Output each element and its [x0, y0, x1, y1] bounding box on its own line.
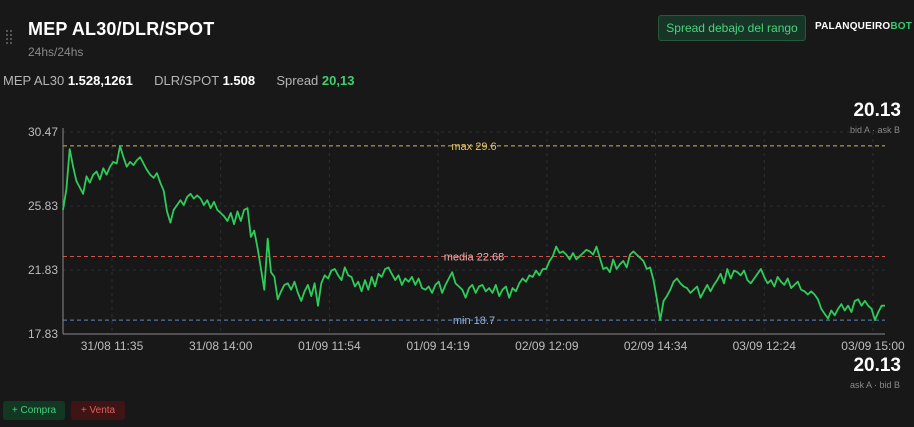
x-tick-label: 01/09 14:19 — [406, 339, 470, 353]
reference-line-label: min 18.7 — [453, 315, 495, 327]
mep-label: MEP AL30 — [3, 73, 65, 88]
x-tick-label: 02/09 12:09 — [515, 339, 579, 353]
y-tick-label: 30.47 — [28, 125, 58, 139]
x-tick-label: 02/09 14:34 — [624, 339, 688, 353]
y-tick-label: 25.83 — [28, 199, 58, 213]
chart-grid — [63, 131, 885, 335]
mep-value: 1.528,1261 — [67, 73, 133, 88]
brand-logo-part2: BOT — [890, 21, 913, 32]
page-title: MEP AL30/DLR/SPOT — [28, 19, 215, 39]
sell-button[interactable]: + Venta — [71, 401, 125, 420]
buy-button[interactable]: + Compra — [3, 401, 65, 420]
reference-line-label: media 22.68 — [444, 251, 505, 263]
x-tick-label: 03/09 15:00 — [841, 339, 905, 353]
y-tick-label: 21.83 — [28, 263, 58, 277]
dlr-value: 1.508 — [222, 73, 256, 88]
reference-line-label: max 29.6 — [451, 141, 496, 153]
spread-value: 20,13 — [321, 73, 355, 88]
dlr-label: DLR/SPOT — [154, 73, 219, 88]
drag-handle-icon[interactable] — [6, 30, 14, 44]
reference-lines: max 29.6 media 22.68 min 18.7 — [63, 141, 885, 327]
spread-chart: max 29.6 media 22.68 min 18.7 30.47 25.83 21… — [28, 125, 905, 353]
brand-logo-part1: PALANQUEIRO — [815, 21, 891, 32]
spread-bottom-value: 20.13 — [853, 355, 901, 376]
x-tick-label: 31/08 14:00 — [189, 339, 253, 353]
y-tick-label: 17.83 — [28, 327, 58, 341]
status-badge: Spread debajo del rango — [658, 15, 806, 41]
spread-label: Spread — [276, 73, 319, 88]
brand-logo: PALANQUEIROBOT — [815, 21, 912, 32]
x-tick-label: 01/09 11:54 — [298, 339, 361, 353]
series-layer — [62, 144, 885, 322]
x-tick-label: 31/08 11:35 — [81, 339, 144, 353]
page-subtitle: 24hs/24hs — [28, 45, 84, 59]
stats-bar: MEP AL30 1.528,1261 DLR/SPOT 1.508 Sprea… — [3, 73, 354, 88]
x-tick-label: 03/09 12:24 — [733, 339, 797, 353]
spread-bottom-caption: ask A · bid B — [849, 380, 900, 390]
series-line — [62, 144, 885, 322]
